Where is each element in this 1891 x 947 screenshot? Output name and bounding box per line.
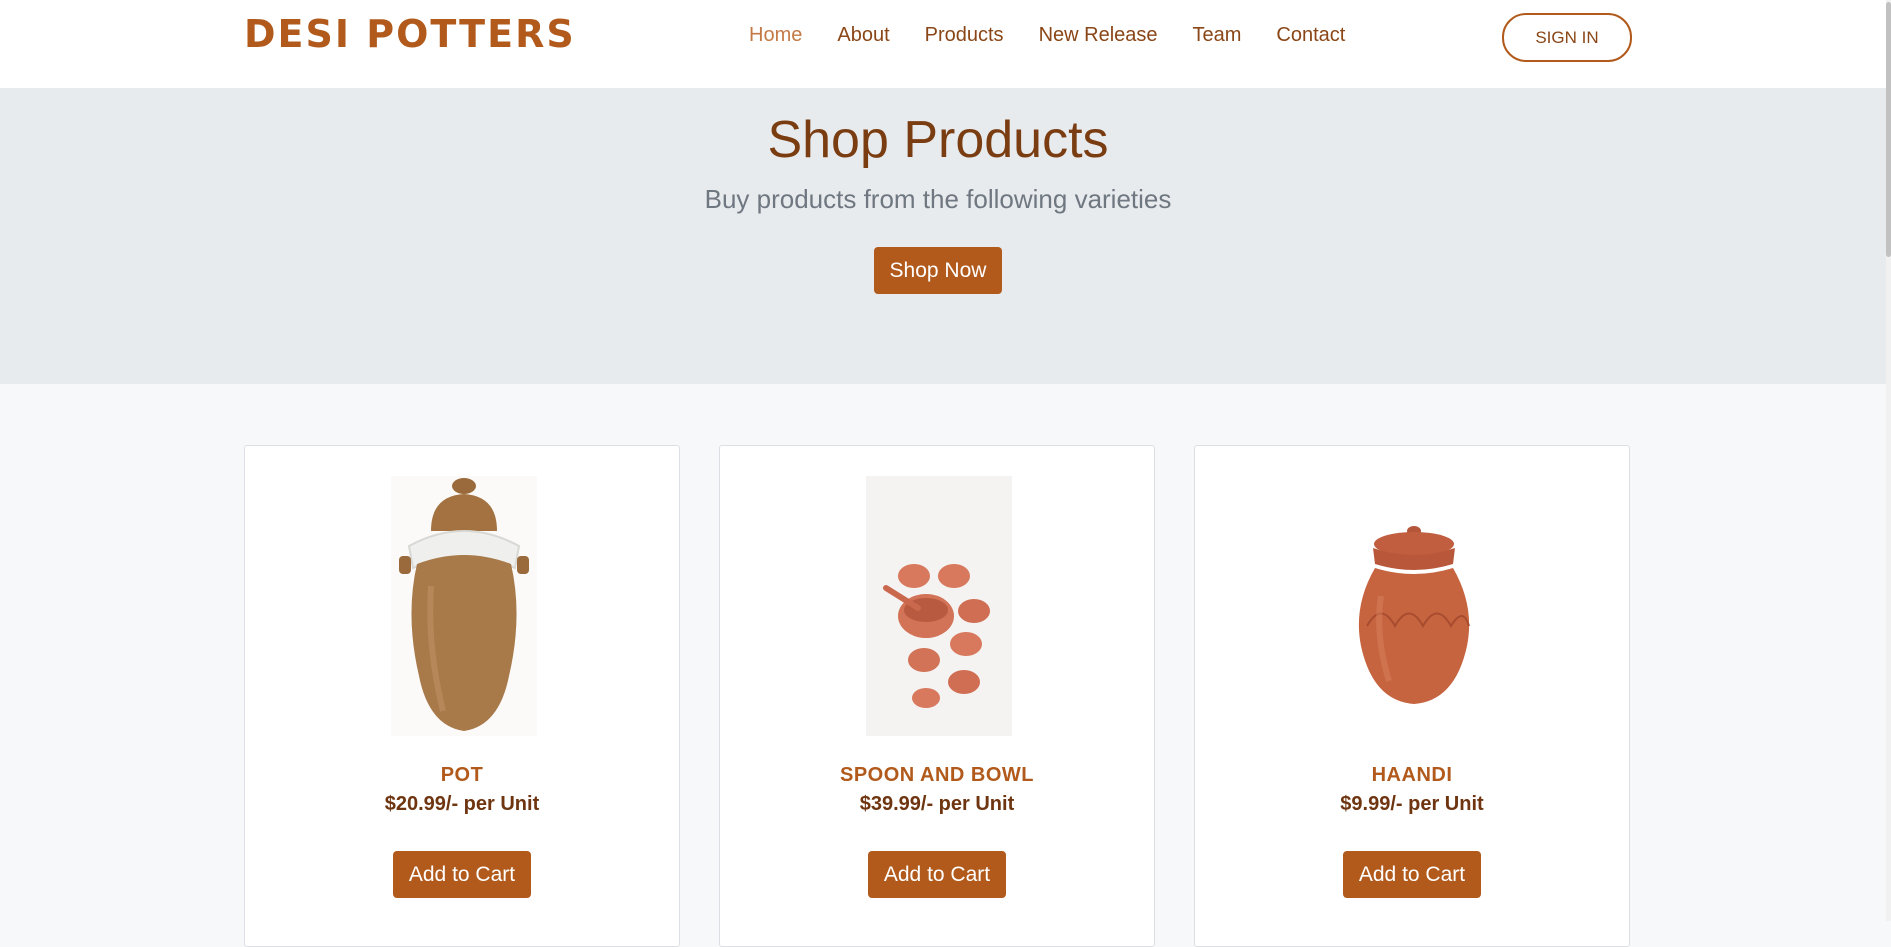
hero-title: Shop Products bbox=[767, 111, 1109, 169]
product-card-pot: POT $20.99/- per Unit Add to Cart bbox=[244, 445, 680, 947]
product-name: HAANDI bbox=[1371, 764, 1453, 786]
add-to-cart-button[interactable]: Add to Cart bbox=[868, 851, 1006, 898]
nav-link-contact[interactable]: Contact bbox=[1276, 24, 1345, 52]
pot-image bbox=[391, 476, 537, 736]
product-price: $9.99/- per Unit bbox=[1340, 793, 1484, 815]
spoon-and-bowl-image bbox=[866, 476, 1012, 736]
product-card-spoon-and-bowl: SPOON AND BOWL $39.99/- per Unit Add to … bbox=[719, 445, 1155, 947]
nav-link-new-release[interactable]: New Release bbox=[1039, 24, 1158, 52]
shop-now-button[interactable]: Shop Now bbox=[874, 247, 1002, 294]
hero-subtitle: Buy products from the following varietie… bbox=[704, 184, 1172, 214]
hero-section: Shop Products Buy products from the foll… bbox=[0, 88, 1886, 384]
nav-link-team[interactable]: Team bbox=[1193, 24, 1242, 52]
nav-link-about[interactable]: About bbox=[837, 24, 889, 52]
navbar: DESI POTTERS Home About Products New Rel… bbox=[0, 0, 1891, 89]
product-name: SPOON AND BOWL bbox=[839, 764, 1035, 786]
add-to-cart-button[interactable]: Add to Cart bbox=[1343, 851, 1481, 898]
brand-logo[interactable]: DESI POTTERS bbox=[244, 12, 576, 56]
product-price: $39.99/- per Unit bbox=[859, 793, 1015, 815]
haandi-image bbox=[1341, 476, 1487, 736]
product-card-haandi: HAANDI $9.99/- per Unit Add to Cart bbox=[1194, 445, 1630, 947]
nav-links: Home About Products New Release Team Con… bbox=[749, 24, 1380, 52]
sign-in-button[interactable]: SIGN IN bbox=[1502, 13, 1632, 62]
product-price: $20.99/- per Unit bbox=[384, 793, 540, 815]
scrollbar-thumb[interactable] bbox=[1886, 2, 1891, 257]
product-name: POT bbox=[440, 764, 484, 786]
nav-link-home[interactable]: Home bbox=[749, 24, 802, 52]
page-scrollbar[interactable] bbox=[1886, 0, 1891, 921]
nav-link-products[interactable]: Products bbox=[925, 24, 1004, 52]
add-to-cart-button[interactable]: Add to Cart bbox=[393, 851, 531, 898]
